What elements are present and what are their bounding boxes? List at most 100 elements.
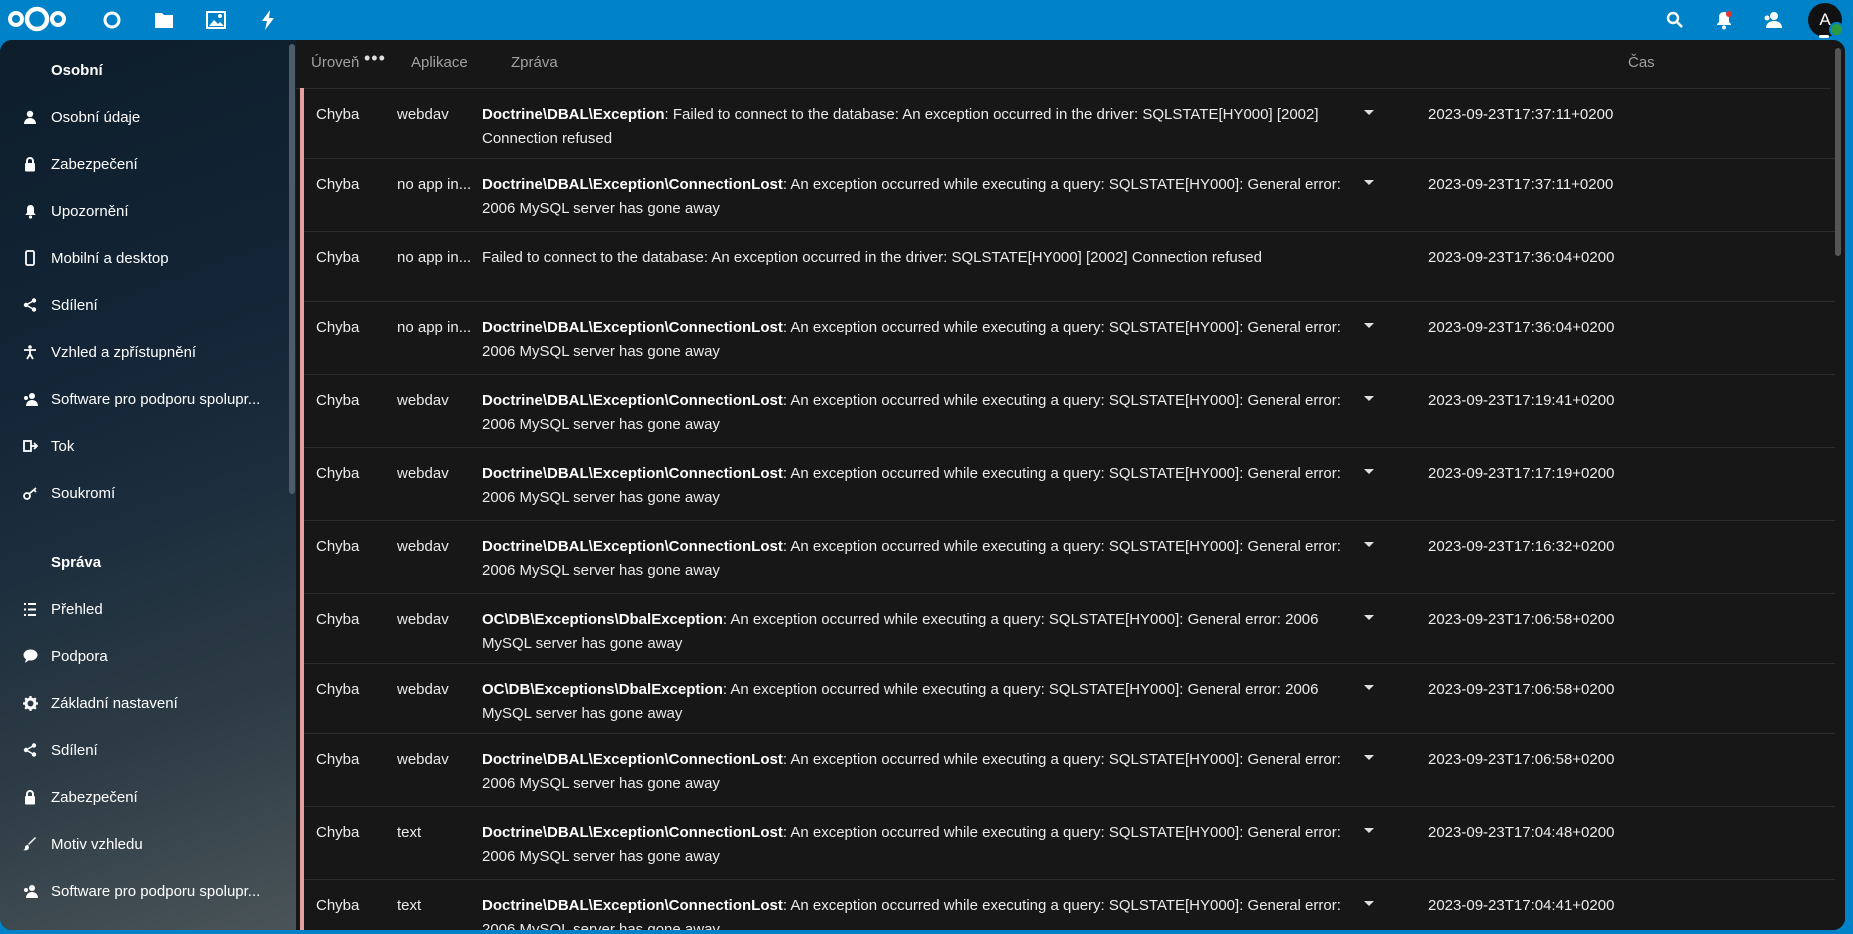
search-icon[interactable]: [1650, 0, 1699, 40]
table-row[interactable]: Chyba webdav Doctrine\DBAL\Exception\Conne…: [300, 733, 1835, 807]
support-icon: [12, 649, 48, 663]
contacts-icon[interactable]: [1748, 0, 1797, 40]
log-time: 2023-09-23T17:37:11+0200: [1428, 176, 1614, 193]
log-time: 2023-09-23T17:36:04+0200: [1428, 319, 1615, 336]
log-level: Chyba: [316, 897, 360, 914]
user-menu[interactable]: A: [1797, 0, 1853, 40]
brush-icon: [12, 837, 48, 851]
sidebar-item-osobní-údaje[interactable]: Osobní údaje: [10, 95, 282, 139]
table-row[interactable]: Chyba webdav Doctrine\DBAL\Exception\Conne…: [300, 520, 1835, 594]
log-time: 2023-09-23T17:06:58+0200: [1428, 681, 1615, 698]
log-level: Chyba: [316, 538, 360, 555]
table-row[interactable]: Chyba webdav Doctrine\DBAL\Exception\Conne…: [300, 447, 1835, 521]
log-level: Chyba: [316, 824, 360, 841]
avatar[interactable]: A: [1808, 3, 1844, 37]
expand-caret-icon[interactable]: [1364, 110, 1374, 115]
expand-caret-icon[interactable]: [1364, 685, 1374, 690]
log-app: no app in...: [397, 319, 472, 336]
sidebar-item-podpora[interactable]: Podpora: [10, 634, 282, 678]
log-level: Chyba: [316, 249, 360, 266]
log-app: webdav: [397, 106, 449, 123]
sidebar-item-zabezpečení[interactable]: Zabezpečení: [10, 142, 282, 186]
sidebar-item-vzhled-a-zpřístupnění[interactable]: Vzhled a zpřístupnění: [10, 330, 282, 374]
more-options-icon[interactable]: •••: [364, 48, 386, 69]
sidebar-item-soukromí[interactable]: Soukromí: [10, 471, 282, 515]
sidebar-item-sdílení[interactable]: Sdílení: [10, 283, 282, 327]
sidebar-item-label: Soukromí: [51, 484, 116, 502]
table-row[interactable]: Chyba text Doctrine\DBAL\Exception\Connect…: [300, 879, 1835, 930]
exception-class: Doctrine\DBAL\Exception: [482, 106, 665, 123]
expand-caret-icon[interactable]: [1364, 615, 1374, 620]
flow-icon: [12, 440, 48, 452]
expand-caret-icon[interactable]: [1364, 323, 1374, 328]
column-header-time[interactable]: Čas: [1628, 54, 1655, 71]
log-time: 2023-09-23T17:17:19+0200: [1428, 465, 1615, 482]
sidebar-item-upozornění[interactable]: Upozornění: [10, 189, 282, 233]
activity-icon[interactable]: [242, 0, 294, 40]
notifications-bell-icon[interactable]: [1699, 0, 1748, 40]
content-frame: Osobní Osobní údaje Zabezpečení Upozornění…: [0, 40, 1845, 930]
sidebar-item-label: Osobní údaje: [51, 108, 141, 126]
sidebar-item-label: Software pro podporu spolupr...: [51, 390, 261, 408]
phone-icon: [12, 250, 48, 266]
expand-caret-icon[interactable]: [1364, 828, 1374, 833]
log-app: webdav: [397, 611, 449, 628]
column-header-level[interactable]: Úroveň: [311, 54, 359, 71]
sidebar-item-tok[interactable]: Tok: [10, 424, 282, 468]
table-row[interactable]: Chyba webdav Doctrine\DBAL\Exception\Conne…: [300, 374, 1835, 448]
log-time: 2023-09-23T17:06:58+0200: [1428, 611, 1615, 628]
sidebar-item-přehled[interactable]: Přehled: [10, 587, 282, 631]
exception-class: OC\DB\Exceptions\DbalException: [482, 611, 723, 628]
exception-class: Doctrine\DBAL\Exception\ConnectionLost: [482, 319, 783, 336]
table-row[interactable]: Chyba text Doctrine\DBAL\Exception\Connect…: [300, 806, 1835, 880]
expand-caret-icon[interactable]: [1364, 469, 1374, 474]
log-time: 2023-09-23T17:04:41+0200: [1428, 897, 1615, 914]
table-row[interactable]: Chyba webdav Doctrine\DBAL\Exception: Fail…: [300, 88, 1835, 159]
sidebar-item-label: Podpora: [51, 647, 108, 665]
expand-caret-icon[interactable]: [1364, 755, 1374, 760]
table-row[interactable]: Chyba no app in... Doctrine\DBAL\Exception…: [300, 301, 1835, 375]
sidebar-item-software-pro-podporu-spolupr[interactable]: Software pro podporu spolupr...: [10, 377, 282, 421]
sidebar-scrollbar[interactable]: [289, 44, 295, 494]
accessibility-icon: [12, 344, 48, 360]
sidebar-item-zabezpečení[interactable]: Zabezpečení: [10, 775, 282, 819]
expand-caret-icon[interactable]: [1364, 180, 1374, 185]
log-message: Doctrine\DBAL\Exception\ConnectionLost: …: [482, 462, 1362, 510]
sidebar-item-základní-nastavení[interactable]: Základní nastavení: [10, 681, 282, 725]
online-status-icon: [1829, 22, 1844, 37]
sidebar-item-motiv-vzhledu[interactable]: Motiv vzhledu: [10, 822, 282, 866]
table-row[interactable]: Chyba no app in... Failed to connect to th…: [300, 231, 1835, 302]
expand-caret-icon[interactable]: [1364, 542, 1374, 547]
image-icon[interactable]: [190, 0, 242, 40]
column-header-message[interactable]: Zpráva: [511, 54, 558, 71]
expand-caret-icon[interactable]: [1364, 901, 1374, 906]
dashboard-icon[interactable]: [86, 0, 138, 40]
exception-class: OC\DB\Exceptions\DbalException: [482, 681, 723, 698]
nextcloud-logo[interactable]: [6, 3, 68, 35]
table-row[interactable]: Chyba webdav OC\DB\Exceptions\DbalExceptio…: [300, 593, 1835, 664]
exception-class: Doctrine\DBAL\Exception\ConnectionLost: [482, 538, 783, 555]
log-app: no app in...: [397, 176, 472, 193]
groupware-icon: [12, 884, 48, 898]
log-level: Chyba: [316, 176, 360, 193]
sidebar-item-label: Přehled: [51, 600, 103, 618]
exception-class: Doctrine\DBAL\Exception\ConnectionLost: [482, 824, 783, 841]
log-level: Chyba: [316, 751, 360, 768]
sidebar-item-label: Tok: [51, 437, 75, 455]
table-row[interactable]: Chyba no app in... Doctrine\DBAL\Exception…: [300, 158, 1835, 232]
sidebar-item-label: Zabezpečení: [51, 155, 138, 173]
table-scrollbar[interactable]: [1835, 48, 1841, 256]
table-row[interactable]: Chyba webdav OC\DB\Exceptions\DbalExceptio…: [300, 663, 1835, 734]
expand-caret-icon[interactable]: [1364, 396, 1374, 401]
column-header-app[interactable]: Aplikace: [411, 54, 468, 71]
sidebar-item-label: Motiv vzhledu: [51, 835, 143, 853]
log-app: text: [397, 897, 422, 914]
sidebar-item-mobilní-a-desktop[interactable]: Mobilní a desktop: [10, 236, 282, 280]
folder-icon[interactable]: [138, 0, 190, 40]
sidebar-item-sdílení[interactable]: Sdílení: [10, 728, 282, 772]
table-header: Úroveň ••• Aplikace Zpráva Čas: [296, 40, 1831, 89]
log-message: Doctrine\DBAL\Exception\ConnectionLost: …: [482, 173, 1362, 221]
sidebar-item-software-pro-podporu-spolupr[interactable]: Software pro podporu spolupr...: [10, 869, 282, 913]
log-message: Doctrine\DBAL\Exception\ConnectionLost: …: [482, 821, 1362, 869]
lock-icon: [12, 156, 48, 172]
